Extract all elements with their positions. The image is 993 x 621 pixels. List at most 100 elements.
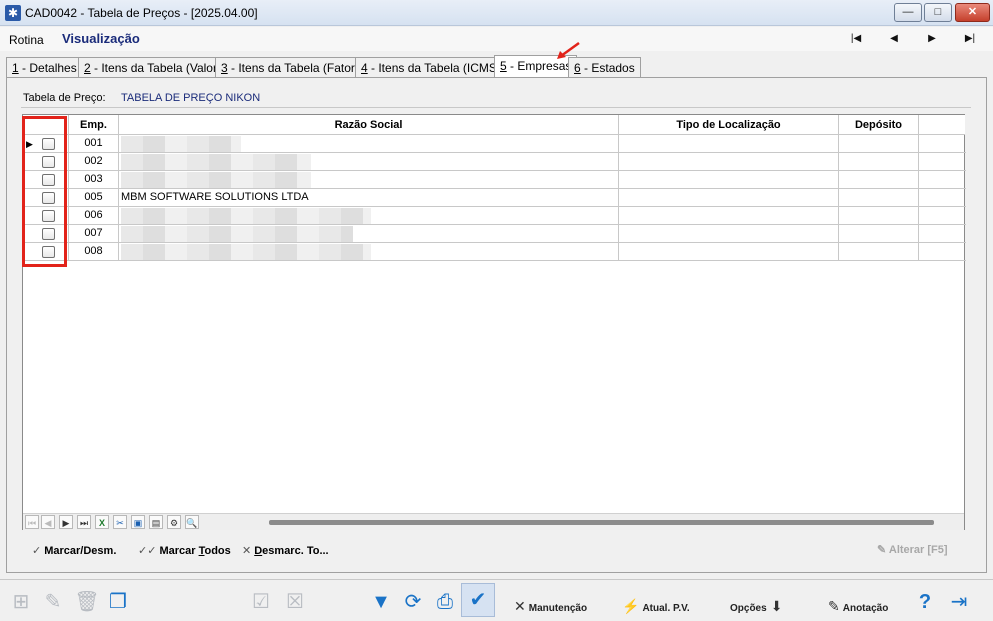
confirm-save-icon[interactable]: ☑ bbox=[248, 590, 274, 614]
horizontal-scrollbar[interactable] bbox=[269, 520, 934, 525]
tools-icon[interactable]: ✂ bbox=[113, 515, 127, 529]
table-row[interactable]: 003 bbox=[23, 171, 966, 189]
grid-last-icon[interactable]: ⏭ bbox=[77, 515, 91, 529]
atual-pv-button[interactable]: ⚡ Atual. P.V. bbox=[622, 598, 690, 615]
pencil-icon: ✎ bbox=[877, 544, 889, 556]
double-check-icon: ✓✓ bbox=[138, 545, 157, 557]
razao-cell bbox=[119, 207, 619, 225]
tabela-value: TABELA DE PREÇO NIKON bbox=[121, 92, 261, 104]
report-icon[interactable]: ▤ bbox=[149, 515, 163, 529]
emp-cell: 001 bbox=[69, 135, 119, 153]
redacted-text bbox=[121, 172, 311, 188]
refresh-icon[interactable]: ⟳ bbox=[400, 590, 426, 614]
annotation-arrow-icon bbox=[557, 41, 580, 59]
app-icon: ✱ bbox=[5, 5, 21, 21]
grid-next-icon[interactable]: ▶ bbox=[59, 515, 73, 529]
redacted-text bbox=[121, 244, 371, 260]
add-icon[interactable]: ⊞ bbox=[8, 590, 34, 614]
menu-visualizacao[interactable]: Visualização bbox=[62, 31, 140, 46]
col-emp-header[interactable]: Emp. bbox=[69, 115, 119, 135]
maximize-button[interactable]: □ bbox=[924, 3, 952, 22]
title-bar: ✱ CAD0042 - Tabela de Preços - [2025.04.… bbox=[0, 0, 993, 26]
row-checkbox[interactable] bbox=[42, 228, 55, 240]
menu-rotina[interactable]: Rotina bbox=[9, 33, 44, 47]
deposito-cell bbox=[839, 171, 919, 189]
tipo-cell bbox=[619, 243, 839, 261]
tab-detalhes[interactable]: 1 - Detalhes bbox=[6, 57, 83, 78]
prev-record-button[interactable]: ◀ bbox=[884, 32, 904, 46]
razao-cell: MBM SOFTWARE SOLUTIONS LTDA bbox=[119, 189, 619, 207]
last-record-button[interactable]: ▶| bbox=[960, 32, 980, 46]
table-row[interactable]: 008 bbox=[23, 243, 966, 261]
deposito-cell bbox=[839, 135, 919, 153]
deposito-cell bbox=[839, 243, 919, 261]
tab-itens-fator[interactable]: 3 - Itens da Tabela (Fator) bbox=[215, 57, 365, 78]
col-razao-header[interactable]: Razão Social bbox=[119, 115, 619, 135]
col-deposito-header[interactable]: Depósito bbox=[839, 115, 919, 135]
pencil-icon: ✎ bbox=[828, 598, 840, 614]
anotacao-button[interactable]: ✎ Anotação bbox=[828, 598, 888, 615]
row-checkbox[interactable] bbox=[42, 246, 55, 258]
col-check-header[interactable] bbox=[23, 115, 69, 135]
check-icon: ✓ bbox=[32, 545, 42, 557]
cancel-save-icon[interactable]: ☒ bbox=[282, 590, 308, 614]
grid-first-icon[interactable]: ⏮ bbox=[25, 515, 39, 529]
first-record-button[interactable]: |◀ bbox=[846, 32, 866, 46]
tab-itens-valor[interactable]: 2 - Itens da Tabela (Valor) bbox=[78, 57, 227, 78]
emp-cell: 003 bbox=[69, 171, 119, 189]
row-checkbox[interactable] bbox=[42, 138, 55, 150]
print-icon[interactable]: ⎙ bbox=[432, 590, 458, 614]
tipo-cell bbox=[619, 207, 839, 225]
filter-icon[interactable]: ▼ bbox=[368, 590, 394, 614]
grid-prev-icon[interactable]: ◀ bbox=[41, 515, 55, 529]
marcar-desm-button[interactable]: ✓ Marcar/Desm. bbox=[32, 544, 116, 557]
empresas-grid: Emp. Razão Social Tipo de Localização De… bbox=[22, 114, 966, 530]
table-row[interactable]: 005 MBM SOFTWARE SOLUTIONS LTDA bbox=[23, 189, 966, 207]
copy-icon[interactable]: ❐ bbox=[105, 590, 131, 614]
deposito-cell bbox=[839, 153, 919, 171]
table-row[interactable]: 002 bbox=[23, 153, 966, 171]
arrow-down-icon: ⬇ bbox=[770, 598, 783, 614]
row-checkbox[interactable] bbox=[42, 174, 55, 186]
redacted-text bbox=[121, 208, 371, 224]
row-checkbox[interactable] bbox=[42, 156, 55, 168]
close-button[interactable]: ✕ bbox=[955, 3, 990, 22]
x-icon: ✕ bbox=[242, 545, 252, 557]
next-record-button[interactable]: ▶ bbox=[922, 32, 942, 46]
row-checkbox[interactable] bbox=[42, 192, 55, 204]
config-icon[interactable]: ⚙ bbox=[167, 515, 181, 529]
col-tipo-header[interactable]: Tipo de Localização bbox=[619, 115, 839, 135]
search-icon[interactable]: 🔍 bbox=[185, 515, 199, 529]
excel-icon[interactable]: X bbox=[95, 515, 109, 529]
opcoes-button[interactable]: Opções ⬇ bbox=[730, 598, 785, 615]
redacted-text bbox=[121, 226, 353, 242]
tab-itens-icms[interactable]: 4 - Itens da Tabela (ICMS) bbox=[355, 57, 507, 78]
emp-cell: 008 bbox=[69, 243, 119, 261]
tools-icon: ✕ bbox=[514, 598, 526, 614]
desmarcar-todos-button[interactable]: ✕ Desmarc. To... bbox=[242, 544, 329, 557]
edit-icon[interactable]: ✎ bbox=[40, 590, 66, 614]
delete-icon[interactable]: 🗑 bbox=[74, 590, 100, 614]
tipo-cell bbox=[619, 189, 839, 207]
checkmark-button[interactable]: ✔ bbox=[461, 583, 495, 617]
table-row[interactable]: 007 bbox=[23, 225, 966, 243]
window-title: CAD0042 - Tabela de Preços - [2025.04.00… bbox=[25, 6, 258, 20]
deposito-cell bbox=[839, 189, 919, 207]
manutencao-button[interactable]: ✕ Manutenção bbox=[514, 598, 587, 615]
help-icon[interactable]: ? bbox=[912, 590, 938, 614]
col-extra-header bbox=[919, 115, 965, 135]
table-row[interactable]: 006 bbox=[23, 207, 966, 225]
tipo-cell bbox=[619, 225, 839, 243]
exit-icon[interactable]: ⇥ bbox=[946, 590, 972, 614]
razao-cell bbox=[119, 243, 619, 261]
row-checkbox[interactable] bbox=[42, 210, 55, 222]
emp-cell: 002 bbox=[69, 153, 119, 171]
tipo-cell bbox=[619, 135, 839, 153]
marcar-todos-button[interactable]: ✓✓ Marcar Todos bbox=[138, 544, 231, 557]
redacted-text bbox=[121, 136, 241, 152]
razao-cell bbox=[119, 153, 619, 171]
alterar-button[interactable]: ✎ Alterar [F5] bbox=[877, 543, 948, 556]
save-icon[interactable]: ▣ bbox=[131, 515, 145, 529]
minimize-button[interactable]: — bbox=[894, 3, 922, 22]
table-row[interactable]: ▶ 001 bbox=[23, 135, 966, 153]
